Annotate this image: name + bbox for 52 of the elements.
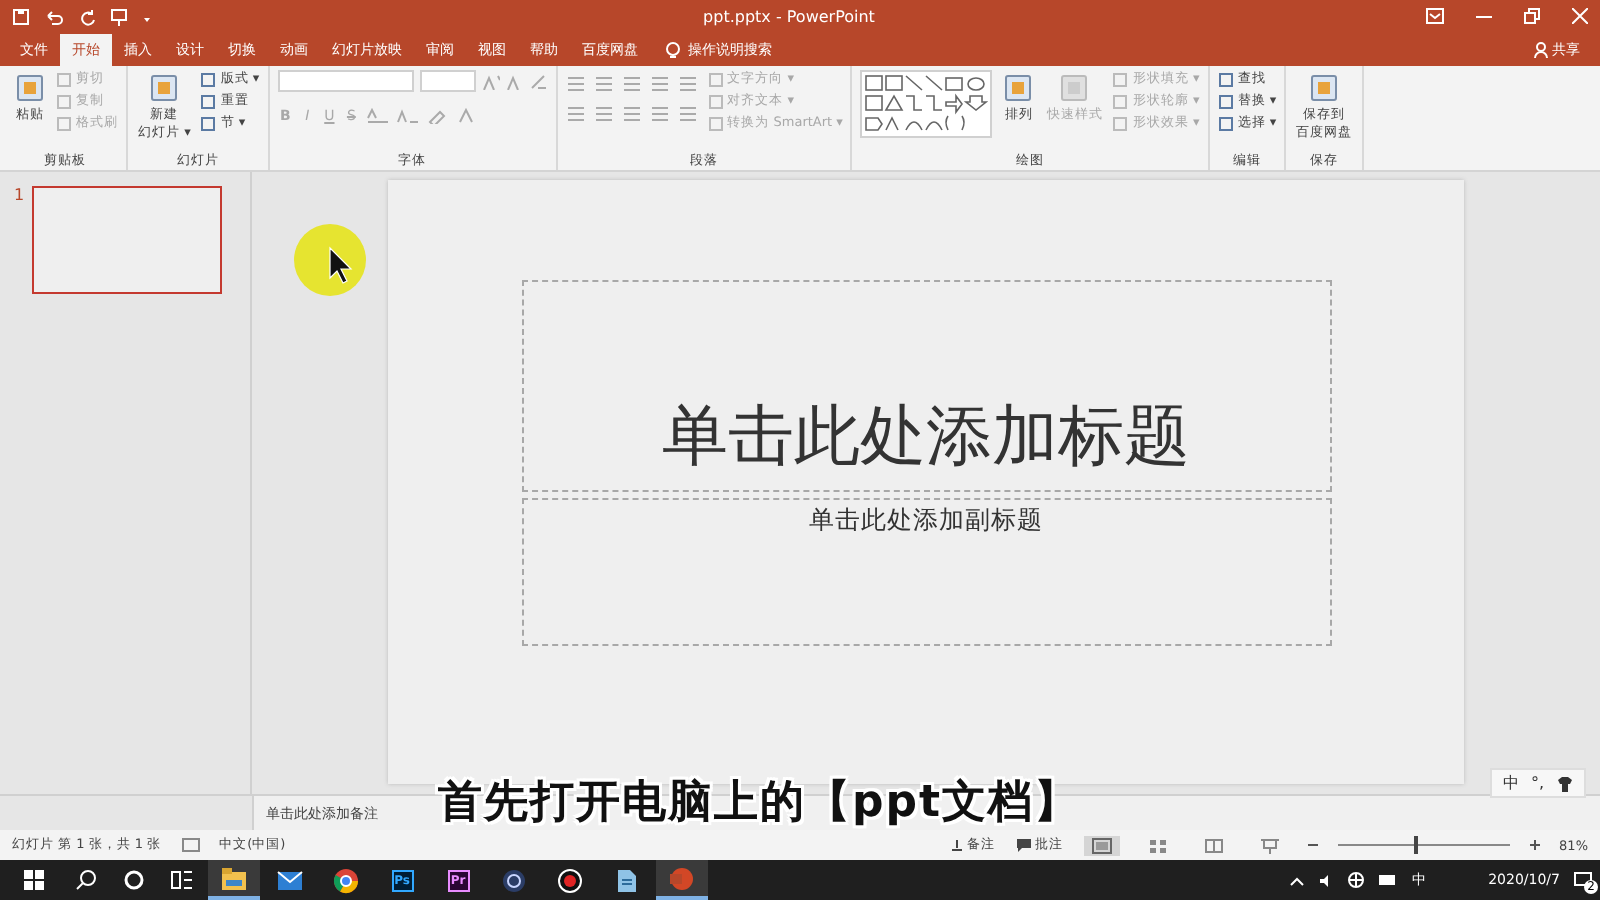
slide-sorter-icon (1147, 837, 1168, 853)
window-title: ppt.pptx - PowerPoint (701, 7, 877, 25)
ppt-icon (668, 865, 696, 891)
mail-icon (276, 867, 304, 893)
font-size-field[interactable] (419, 70, 476, 92)
record-icon (556, 867, 584, 893)
taskbar-app[interactable] (208, 860, 260, 900)
shapes-drawing (864, 74, 989, 134)
font-name-field[interactable] (277, 70, 414, 92)
restore-icon[interactable] (1524, 8, 1540, 24)
subtitle-placeholder[interactable]: 单击此处添加副标题 (521, 498, 1331, 646)
globe-icon[interactable] (1348, 872, 1365, 888)
doc-icon (612, 867, 640, 893)
undo-icon[interactable] (44, 7, 64, 25)
person-icon (1534, 42, 1548, 58)
ribbon-tool-icon (14, 72, 46, 104)
redo-icon[interactable] (78, 7, 96, 25)
normal-view-button[interactable] (1083, 835, 1120, 855)
slide-number: 1 (14, 186, 25, 204)
slide-thumbnail[interactable] (32, 186, 223, 294)
folder-icon (220, 865, 248, 891)
cursor-highlight-icon (290, 220, 370, 300)
ribbon-tool-icon (1002, 72, 1035, 104)
message-icon (1574, 872, 1592, 888)
ribbon-options-icon[interactable] (1426, 8, 1444, 24)
font-color-icon[interactable] (455, 108, 476, 124)
ribbon-tool-icon (148, 72, 181, 104)
chevron-up-icon[interactable] (1290, 875, 1305, 885)
reading-view-icon (1203, 837, 1224, 853)
comment-icon (1015, 838, 1032, 852)
shirt-icon[interactable] (1556, 775, 1574, 791)
save-icon[interactable] (12, 7, 30, 25)
ribbon-tool-icon (1308, 72, 1341, 104)
presentation-icon[interactable] (110, 7, 128, 25)
zoom-in-icon[interactable] (1529, 840, 1540, 850)
zoom-out-icon[interactable] (1307, 840, 1318, 850)
zoom-slider-thumb[interactable] (1414, 836, 1419, 854)
notes-icon (949, 838, 964, 852)
ribbon-tool-icon (1058, 72, 1091, 104)
close-icon[interactable] (1572, 8, 1588, 24)
video-caption: 首先打开电脑上的【ppt文档】 (438, 778, 1081, 828)
normal-view-icon (1091, 837, 1112, 853)
ime-mode-button[interactable]: 中 (1502, 772, 1519, 794)
browser-icon (332, 867, 360, 893)
punctuation-button[interactable]: °, (1530, 774, 1544, 792)
accessibility-icon[interactable] (181, 838, 200, 852)
orb-icon (500, 867, 528, 893)
shapes-gallery[interactable] (860, 70, 993, 138)
lightbulb-icon (666, 41, 680, 59)
battery-icon[interactable] (1378, 874, 1399, 886)
slideshow-icon (1259, 837, 1280, 853)
title-placeholder[interactable]: 单击此处添加标题 (521, 280, 1331, 492)
